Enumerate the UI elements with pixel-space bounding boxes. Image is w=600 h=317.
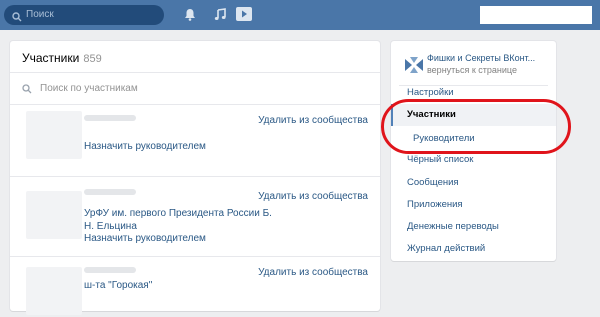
avatar[interactable] xyxy=(26,111,82,159)
bell-icon[interactable] xyxy=(184,8,196,24)
sidebar-item-apps[interactable]: Приложения xyxy=(391,194,556,216)
music-icon[interactable] xyxy=(214,8,226,24)
group-logo-icon xyxy=(403,55,425,75)
video-play-icon[interactable] xyxy=(236,7,252,24)
member-name[interactable]: УрФУ им. первого Президента России Б. Н.… xyxy=(84,207,274,233)
member-search-input[interactable]: Поиск по участникам xyxy=(10,73,380,105)
members-panel: Участники 859 Поиск по участникам Назначи… xyxy=(10,41,380,315)
remove-member-link[interactable]: Удалить из сообщества xyxy=(258,191,368,202)
member-name-blurred xyxy=(84,115,136,121)
members-header: Участники 859 xyxy=(10,41,380,73)
global-search-placeholder: Поиск xyxy=(26,9,54,20)
top-header: Поиск xyxy=(0,0,600,30)
back-to-group-link[interactable]: Фишки и Секреты ВКонт... вернуться к стр… xyxy=(399,49,549,79)
members-count: 859 xyxy=(83,53,102,65)
search-icon xyxy=(22,84,32,97)
members-title: Участники xyxy=(22,51,80,65)
highlight-annotation xyxy=(381,99,571,154)
member-name[interactable]: ш-та "Горокая" xyxy=(84,279,274,292)
user-menu[interactable] xyxy=(480,6,592,24)
global-search-input[interactable]: Поиск xyxy=(4,5,164,25)
member-row: УрФУ им. первого Президента России Б. Н.… xyxy=(10,177,380,257)
avatar[interactable] xyxy=(26,191,82,239)
sidebar-item-action-log[interactable]: Журнал действий xyxy=(391,238,556,260)
remove-member-link[interactable]: Удалить из сообщества xyxy=(258,267,368,278)
member-name-blurred xyxy=(84,267,136,273)
sidebar-item-money-transfers[interactable]: Денежные переводы xyxy=(391,216,556,238)
search-icon xyxy=(12,10,22,30)
remove-member-link[interactable]: Удалить из сообщества xyxy=(258,115,368,126)
member-search-placeholder: Поиск по участникам xyxy=(40,83,138,94)
member-name-blurred xyxy=(84,189,136,195)
avatar[interactable] xyxy=(26,267,82,315)
member-row: Назначить руководителем Удалить из сообщ… xyxy=(10,105,380,177)
sidebar-item-messages[interactable]: Сообщения xyxy=(391,172,556,194)
assign-manager-link[interactable]: Назначить руководителем xyxy=(84,141,206,152)
member-row: ш-та "Горокая" Удалить из сообщества xyxy=(10,257,380,317)
back-to-page-text: вернуться к странице xyxy=(427,65,517,75)
group-title: Фишки и Секреты ВКонт... xyxy=(427,53,536,63)
assign-manager-link[interactable]: Назначить руководителем xyxy=(84,233,206,244)
